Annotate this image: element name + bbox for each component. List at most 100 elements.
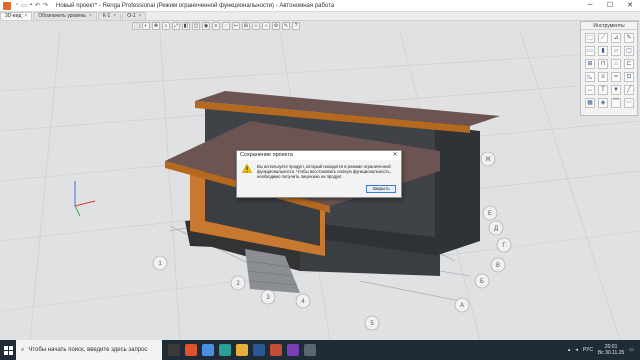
floor-tool-icon[interactable]: ▱ [611, 46, 621, 56]
visual-style-icon[interactable]: ◧ [182, 22, 190, 30]
view-toolbar: ⬚ ◐ ✥ ⌕ ⤢ ◧ ◫ ◉ ≡ ◌ ⊢ ⊞ ⊹ ☼ ⚙ ✎ ? [132, 21, 300, 31]
undo-icon[interactable]: ↶ [35, 2, 40, 9]
axis-marker-2: 2 [230, 275, 246, 291]
opera-icon[interactable] [185, 344, 197, 356]
close-tab-icon[interactable]: × [89, 13, 92, 20]
tab-3d-view[interactable]: 3D-вид × [0, 12, 33, 20]
task-view-icon[interactable] [168, 344, 180, 356]
dialog-title-bar: Сохранение проекта ✕ [237, 151, 401, 160]
line-tool-icon[interactable]: ╱ [624, 85, 634, 95]
clock[interactable]: 20:01 Вс 30.11.25 [598, 344, 624, 356]
close-tab-icon[interactable]: × [139, 13, 142, 20]
axis-marker-g: Г [496, 237, 512, 253]
axis-marker-e: Е [482, 205, 498, 221]
camera-icon[interactable]: ◉ [202, 22, 210, 30]
orbit-icon[interactable]: ◐ [142, 22, 150, 30]
new-file-icon[interactable]: ▫ [16, 2, 18, 9]
taskbar-search[interactable]: ⌕ Чтобы начать поиск, введите здесь запр… [16, 340, 162, 360]
close-tab-icon[interactable]: × [24, 13, 27, 20]
save-icon[interactable]: ▪ [30, 2, 32, 9]
railing-tool-icon[interactable]: ≡ [598, 72, 608, 82]
dimension-tool-icon[interactable]: ↔ [585, 85, 595, 95]
roof-tool-icon[interactable]: ⌂ [611, 59, 621, 69]
tab-label: Обозначить уровень [38, 13, 86, 19]
warning-icon [242, 164, 252, 173]
redo-icon[interactable]: ↷ [43, 2, 48, 9]
grid-icon[interactable]: ⊞ [242, 22, 250, 30]
layers-icon[interactable]: ≡ [212, 22, 220, 30]
settings-app-icon[interactable] [304, 344, 316, 356]
word-icon[interactable] [253, 344, 265, 356]
axis-label: Б [480, 279, 484, 285]
column-tool-icon[interactable]: ▮ [598, 46, 608, 56]
dialog-close-button[interactable]: ✕ [389, 151, 401, 160]
palette-title: Инструменты [581, 22, 637, 30]
open-folder-icon[interactable]: ▭ [21, 2, 27, 9]
language-indicator[interactable]: РУС [583, 347, 593, 353]
axis-tool-icon[interactable]: ⟋ [598, 33, 608, 43]
windows-taskbar: ⌕ Чтобы начать поиск, введите здесь запр… [0, 340, 640, 360]
snap-icon[interactable]: ⊹ [252, 22, 260, 30]
equipment-tool-icon[interactable]: ◈ [598, 98, 608, 108]
network-icon[interactable]: ▴ [568, 347, 571, 353]
save-project-dialog: Сохранение проекта ✕ Вы используете прод… [236, 150, 402, 198]
close-button[interactable]: ✕ [620, 0, 640, 12]
wall-tool-icon[interactable]: ▭ [585, 46, 595, 56]
start-button[interactable] [0, 340, 16, 360]
quick-access-toolbar: ▫ ▭ ▪ ↶ ↷ [16, 2, 48, 9]
select-icon[interactable]: ⬚ [132, 22, 140, 30]
explorer-icon[interactable] [236, 344, 248, 356]
axis-label: Е [488, 211, 492, 217]
pan-icon[interactable]: ✥ [152, 22, 160, 30]
notifications-icon[interactable]: ▭ [629, 347, 634, 353]
section-icon[interactable]: ◫ [192, 22, 200, 30]
level-tool-icon[interactable]: ⊿ [611, 33, 621, 43]
wrench-icon[interactable]: ✎ [282, 22, 290, 30]
fit-view-icon[interactable]: ⤢ [172, 22, 180, 30]
help-icon[interactable]: ? [292, 22, 300, 30]
renga-icon[interactable] [270, 344, 282, 356]
more-tools-icon[interactable]: ⋯ [624, 98, 634, 108]
tab-o1[interactable]: О-1 × [122, 12, 147, 20]
minimize-button[interactable]: ─ [580, 0, 600, 12]
volume-icon[interactable]: ◂ [575, 347, 578, 353]
window-tool-icon[interactable]: ⊞ [585, 59, 595, 69]
tab-label: К-1 [102, 13, 111, 19]
hide-icon[interactable]: ◌ [222, 22, 230, 30]
room-tool-icon[interactable]: ⊡ [624, 72, 634, 82]
zoom-icon[interactable]: ⌕ [162, 22, 170, 30]
system-tray: ▴ ◂ РУС 20:01 Вс 30.11.25 ▭ [568, 344, 640, 356]
close-dialog-button[interactable]: Закрыть [366, 185, 396, 193]
stair-tool-icon[interactable]: ⊏ [624, 59, 634, 69]
measure-icon[interactable]: ⊢ [232, 22, 240, 30]
axis-marker-zh: Ж [480, 151, 496, 167]
ramp-tool-icon[interactable]: ◺ [585, 72, 595, 82]
clock-date: Вс 30.11.25 [597, 350, 625, 356]
edge-icon[interactable] [219, 344, 231, 356]
windows-logo-icon [3, 345, 13, 355]
text-tool-icon[interactable]: T [598, 85, 608, 95]
tools-palette: Инструменты ⬚ ⟋ ⊿ ✎ ▭ ▮ ▱ ▢ ⊞ ⊓ ⌂ ⊏ ◺ ≡ … [580, 21, 638, 116]
pipe-tool-icon[interactable]: ⌒ [611, 98, 621, 108]
axis-marker-3: 3 [260, 289, 276, 305]
door-tool-icon[interactable]: ⊓ [598, 59, 608, 69]
select-tool-icon[interactable]: ⬚ [585, 33, 595, 43]
dialog-message: Вы используете продукт, который находитс… [257, 164, 391, 179]
settings-icon[interactable]: ⚙ [272, 22, 280, 30]
close-tab-icon[interactable]: × [113, 13, 116, 20]
elevation-tool-icon[interactable]: ▼ [611, 85, 621, 95]
tab-label: О-1 [127, 13, 136, 19]
app-icon[interactable] [287, 344, 299, 356]
hatch-tool-icon[interactable]: ▦ [585, 98, 595, 108]
search-placeholder: Чтобы начать поиск, введите здесь запрос [28, 347, 148, 353]
pencil-tool-icon[interactable]: ✎ [624, 33, 634, 43]
window-title: Новый проект* - Renga Professional (Режи… [56, 2, 335, 9]
tab-k1[interactable]: К-1 × [97, 12, 122, 20]
axis-marker-d: Д [488, 220, 504, 236]
maximize-button[interactable]: ☐ [600, 0, 620, 12]
opening-tool-icon[interactable]: ▢ [624, 46, 634, 56]
tab-level[interactable]: Обозначить уровень × [33, 12, 97, 20]
render-icon[interactable]: ☼ [262, 22, 270, 30]
chrome-icon[interactable] [202, 344, 214, 356]
beam-tool-icon[interactable]: ═ [611, 72, 621, 82]
